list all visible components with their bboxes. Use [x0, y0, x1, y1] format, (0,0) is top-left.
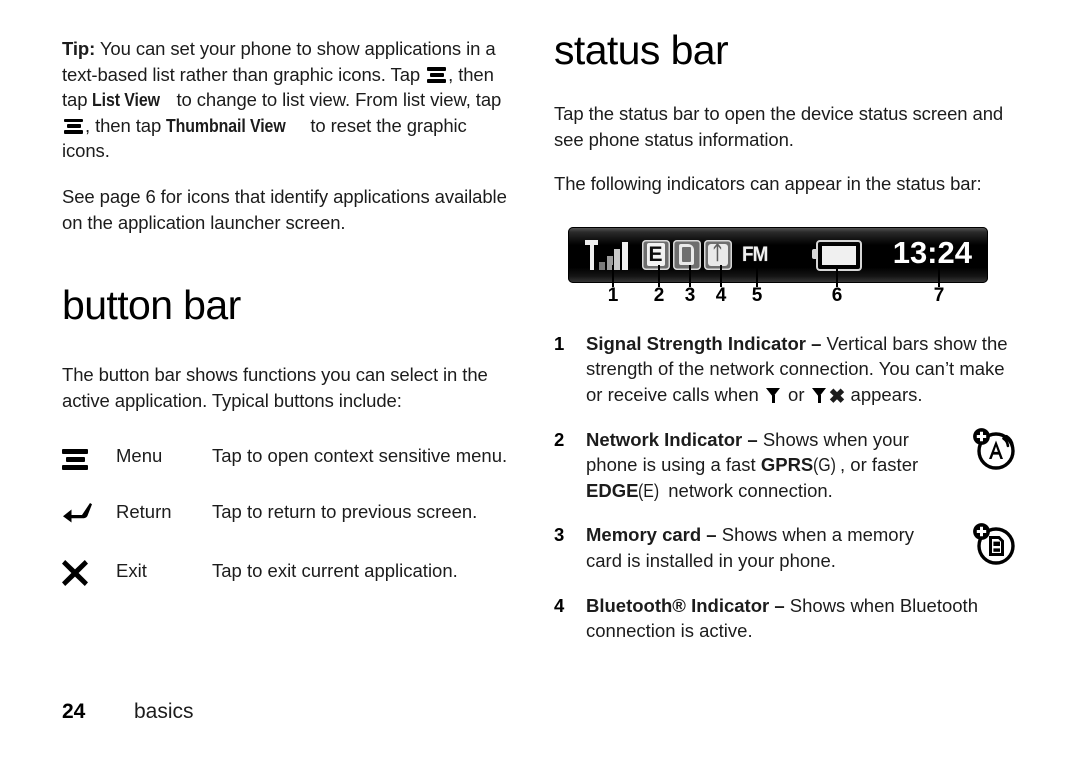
callout-leader: [836, 264, 838, 287]
return-icon: [62, 501, 92, 529]
indicator-paren-e: (E): [638, 479, 660, 501]
table-row: Exit Tap to exit current application.: [62, 558, 514, 619]
tip-label: Tip:: [62, 38, 96, 59]
indicator-number: 1: [554, 332, 565, 354]
memory-card-plus-icon: [970, 520, 1016, 566]
list-item: 1 Signal Strength Indicator – Vertical b…: [554, 331, 1014, 408]
callout-leader: [756, 264, 758, 287]
callout-number-5: 5: [751, 284, 763, 306]
indicator-dash: –: [742, 428, 763, 450]
page-title-status-bar: status bar: [554, 27, 729, 73]
network-plus-icon: [970, 425, 1016, 471]
indicator-text: or: [782, 383, 810, 405]
section-name: basics: [134, 700, 194, 723]
no-signal-icon: [765, 387, 781, 403]
callout-number-6: 6: [831, 284, 843, 306]
callout-leader: [720, 264, 722, 287]
indicator-text: , or faster: [840, 454, 919, 476]
left-column: Tip: You can set your phone to show appl…: [62, 36, 514, 618]
button-icon-cell: [62, 499, 116, 558]
menu-icon: [64, 118, 83, 134]
battery-icon: [812, 239, 862, 271]
tip-paragraph: Tip: You can set your phone to show appl…: [62, 36, 514, 164]
tip-bold-thumbnail-view: Thumbnail View: [166, 114, 286, 136]
indicator-body: Network Indicator – Shows when your phon…: [586, 427, 931, 504]
indicator-title: Signal Strength Indicator: [586, 332, 806, 354]
list-item: 3 Memory card – Shows when a memory card…: [554, 520, 1016, 573]
status-bar-intro-2: The following indicators can appear in t…: [554, 173, 982, 195]
menu-icon: [427, 67, 447, 83]
button-description: Tap to exit current application.: [212, 559, 458, 581]
network-edge-icon: E: [641, 239, 670, 270]
indicator-body: Bluetooth® Indicator – Shows when Blueto…: [586, 593, 1014, 644]
button-description: Tap to open context sensitive menu.: [212, 445, 508, 467]
button-label: Return: [116, 500, 172, 522]
indicator-number: 4: [554, 594, 565, 616]
tip-text-4: , then tap: [85, 114, 167, 136]
indicator-dash: –: [769, 594, 790, 616]
list-item: 2 Network Indicator – Shows when your ph…: [554, 425, 1016, 504]
indicator-dash: –: [805, 332, 827, 354]
no-signal-icon: [811, 387, 827, 403]
list-item: 4 Bluetooth® Indicator – Shows when Blue…: [554, 593, 1014, 644]
indicator-title: Memory card: [586, 524, 702, 546]
indicator-dash: –: [701, 524, 722, 546]
tip-bold-list-view: List View: [92, 89, 161, 111]
indicator-body: Signal Strength Indicator – Vertical bar…: [586, 331, 1014, 408]
indicator-text: appears.: [845, 383, 923, 405]
indicator-bold-gprs: GPRS: [760, 454, 814, 476]
button-bar-intro: The button bar shows functions you can s…: [62, 364, 488, 411]
indicator-text: network connection.: [663, 479, 833, 501]
indicator-number: 2: [554, 428, 565, 450]
callout-number-3: 3: [684, 284, 696, 306]
button-label: Exit: [116, 559, 147, 581]
callout-leader: [689, 264, 691, 287]
fm-radio-icon: FM: [741, 243, 768, 267]
status-bar-clock: 13:24: [892, 234, 972, 270]
indicator-title: Bluetooth® Indicator: [586, 594, 770, 616]
table-row: Menu Tap to open context sensitive menu.: [62, 443, 514, 499]
callout-leader: [938, 264, 940, 287]
callout-leader: [658, 264, 660, 287]
indicator-body: Memory card – Shows when a memory card i…: [586, 522, 931, 573]
page-number: 24: [62, 700, 86, 723]
button-label: Menu: [116, 445, 163, 467]
memory-card-icon: [672, 239, 701, 270]
menu-icon: [62, 449, 88, 471]
button-icon-cell: [62, 443, 116, 499]
indicator-bold-edge: EDGE: [586, 479, 639, 501]
indicator-paren-g: (G): [813, 454, 837, 476]
close-icon: ✖: [828, 385, 846, 408]
exit-icon: [62, 559, 88, 590]
button-description: Tap to return to previous screen.: [212, 500, 478, 522]
callout-number-4: 4: [715, 284, 727, 306]
status-bar-intro-1: Tap the status bar to open the device st…: [554, 103, 1004, 150]
button-bar-table: Menu Tap to open context sensitive menu.…: [62, 443, 514, 618]
indicator-list: 1 Signal Strength Indicator – Vertical b…: [554, 331, 1016, 644]
indicator-number: 3: [554, 524, 565, 546]
see-page-paragraph: See page 6 for icons that identify appli…: [62, 185, 507, 233]
table-row: Return Tap to return to previous screen.: [62, 499, 514, 558]
indicator-title: Network Indicator: [586, 428, 743, 450]
right-column: status bar Tap the status bar to open th…: [554, 27, 1016, 663]
status-bar-graphic: E ᛏ FM 13:24: [568, 226, 988, 283]
page-footer: 24 basics: [62, 700, 194, 724]
button-icon-cell: [62, 558, 116, 619]
page-title-button-bar: button bar: [62, 282, 241, 329]
signal-strength-icon: [585, 239, 628, 270]
callout-number-2: 2: [653, 284, 665, 306]
callout-leader: [612, 264, 614, 287]
callout-number-1: 1: [607, 284, 619, 306]
callout-number-7: 7: [933, 284, 945, 306]
status-bar-figure: E ᛏ FM 13:24 1 2 3 4 5 6 7: [568, 226, 988, 306]
manual-page: Tip: You can set your phone to show appl…: [0, 0, 1080, 764]
bluetooth-icon: ᛏ: [703, 239, 732, 270]
button-bar-heading-wrap: button bar: [62, 285, 514, 326]
tip-text-3: to change to list view. From list view, …: [171, 89, 502, 111]
